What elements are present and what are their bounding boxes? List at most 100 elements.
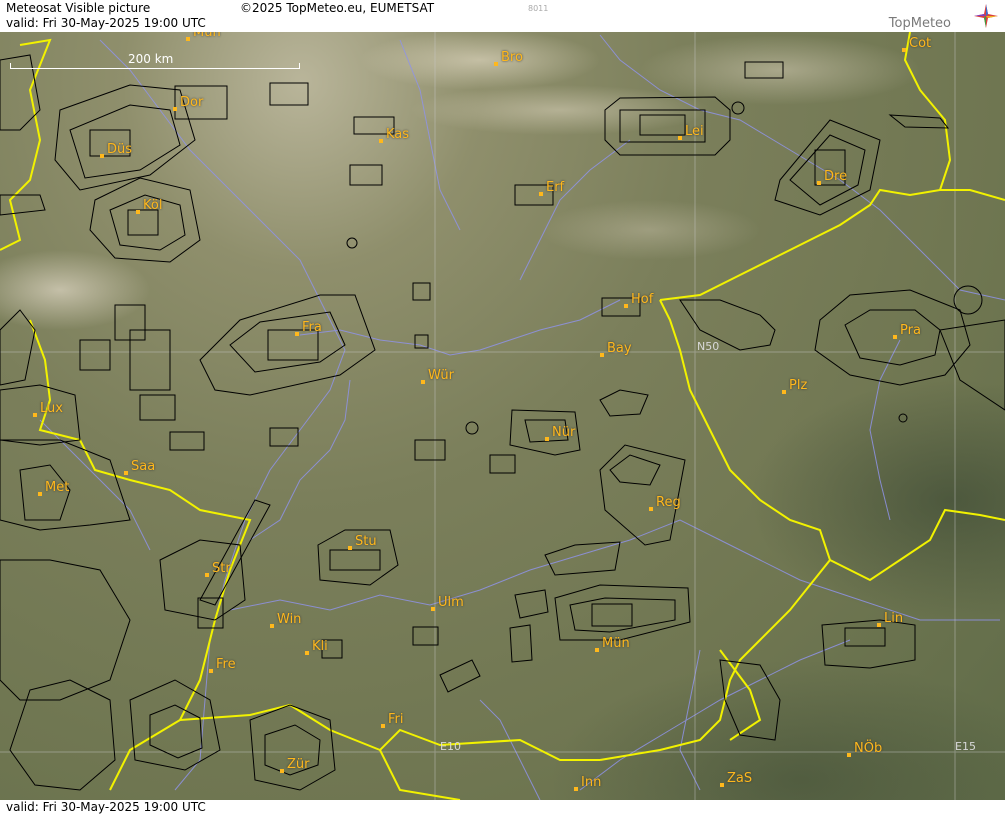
- city-label-fre: Fre: [209, 658, 236, 673]
- city-label-str: Str: [205, 561, 231, 577]
- city-name: Win: [277, 612, 302, 627]
- city-marker-icon: [305, 651, 309, 655]
- airspace-bro: [744, 61, 784, 79]
- header-code: 8011: [528, 4, 549, 13]
- city-label-zur: Zür: [280, 758, 310, 773]
- airspace-kas2: [349, 164, 383, 186]
- city-label-dus: Düs: [100, 143, 132, 158]
- airspace-linz-core: [844, 627, 886, 647]
- airspace-west-1: [0, 559, 131, 701]
- city-label-win: Win: [270, 612, 302, 628]
- city-label-nur: Nür: [545, 425, 576, 441]
- city-label-dor: Dor: [173, 95, 204, 111]
- airspace-box-7: [197, 597, 224, 629]
- city-label-bay: Bay: [600, 342, 632, 357]
- airspace-munchen-2: [569, 597, 676, 633]
- city-marker-icon: [574, 787, 578, 791]
- city-name: Kli: [312, 639, 328, 654]
- airspace-box-10: [439, 659, 481, 693]
- city-marker-icon: [270, 624, 274, 628]
- city-name: Nür: [552, 425, 576, 440]
- city-name: ZaS: [727, 771, 753, 786]
- city-name: Wür: [428, 368, 454, 383]
- airspace-east-1: [939, 319, 1005, 411]
- city-marker-icon: [494, 62, 498, 66]
- grid-label-n50: N50: [697, 340, 720, 353]
- city-marker-icon: [539, 192, 543, 196]
- airspace-box-5: [489, 454, 516, 474]
- city-name: Fri: [388, 712, 404, 727]
- scale-bar-label: 200 km: [128, 52, 174, 66]
- city-name: Lei: [685, 124, 704, 139]
- city-label-stu: Stu: [348, 534, 377, 550]
- city-marker-icon: [649, 507, 653, 511]
- city-name: Köl: [143, 198, 163, 213]
- city-marker-icon: [348, 546, 352, 550]
- city-marker-icon: [280, 769, 284, 773]
- city-marker-icon: [877, 623, 881, 627]
- airspace-linz: [821, 619, 916, 669]
- airspace-west-2: [9, 679, 116, 791]
- city-marker-icon: [782, 390, 786, 394]
- city-label-pra: Pra: [893, 324, 921, 339]
- city-marker-icon: [431, 607, 435, 611]
- city-marker-icon: [381, 724, 385, 728]
- city-marker-icon: [136, 210, 140, 214]
- city-label-kol: Köl: [136, 198, 163, 214]
- city-label-hof: Hof: [624, 292, 654, 308]
- header-copyright: ©2025 TopMeteo.eu, EUMETSAT: [240, 1, 435, 15]
- city-label-lin: Lin: [877, 611, 904, 627]
- city-marker-icon: [600, 353, 604, 357]
- city-marker-icon: [379, 139, 383, 143]
- airspace-small-1: [412, 282, 431, 301]
- city-name: Str: [212, 561, 231, 576]
- city-name: Inn: [581, 775, 602, 790]
- header-title: Meteosat Visible picture: [6, 1, 151, 15]
- city-marker-icon: [817, 181, 821, 185]
- airspace-small-2: [414, 334, 429, 349]
- city-marker-icon: [205, 573, 209, 577]
- topmeteo-star-icon: [974, 4, 998, 28]
- city-marker-icon: [124, 471, 128, 475]
- airspace-box-6: [599, 389, 649, 417]
- city-marker-icon: [209, 669, 213, 673]
- city-name: Erf: [546, 180, 565, 195]
- footer-bar: valid: Fri 30-May-2025 19:00 UTC: [0, 800, 1005, 814]
- airspace-pilsen-1: [679, 299, 776, 351]
- city-name: Hof: [631, 292, 654, 307]
- city-label-erf: Erf: [539, 180, 565, 196]
- city-label-wur: Wür: [421, 368, 454, 384]
- airspace-east-2: [888, 114, 950, 129]
- city-label-zas: ZaS: [720, 771, 753, 787]
- airspace-misc-5: [79, 339, 111, 371]
- city-name: Lux: [40, 401, 63, 416]
- airspace-west-4: [0, 194, 46, 216]
- city-marker-icon: [295, 332, 299, 336]
- city-name: Kas: [386, 127, 410, 142]
- city-marker-icon: [595, 648, 599, 652]
- airspace-box-2: [269, 427, 299, 447]
- airspace-circle-pra: [953, 285, 983, 315]
- header-valid: valid: Fri 30-May-2025 19:00 UTC: [6, 16, 206, 30]
- city-name: Stu: [355, 534, 377, 549]
- city-marker-icon: [38, 492, 42, 496]
- airspace-misc-3: [139, 394, 176, 421]
- city-name: Dor: [180, 95, 204, 110]
- city-marker-icon: [421, 380, 425, 384]
- city-name: Fra: [302, 320, 322, 335]
- city-name: Lin: [884, 611, 904, 626]
- city-marker-icon: [893, 335, 897, 339]
- airspace-munchen-1: [554, 584, 691, 641]
- airspace-box-11: [509, 624, 533, 663]
- city-label-kli: Kli: [305, 639, 328, 655]
- city-label-saa: Saa: [124, 460, 155, 475]
- topmeteo-logo-text[interactable]: TopMeteo: [889, 16, 951, 31]
- city-label-dre: Dre: [817, 170, 847, 185]
- airspace-circle-1: [346, 237, 358, 249]
- satellite-map[interactable]: 200 km N50 E10 E15 Mün Bro Cot Dor Kas Lei Düs…: [0, 0, 1005, 814]
- city-label-inn: Inn: [574, 775, 602, 791]
- city-marker-icon: [624, 304, 628, 308]
- city-label-mun: Mün: [595, 637, 630, 652]
- airspace-dor-1: [54, 84, 196, 191]
- city-label-met: Met: [38, 481, 69, 496]
